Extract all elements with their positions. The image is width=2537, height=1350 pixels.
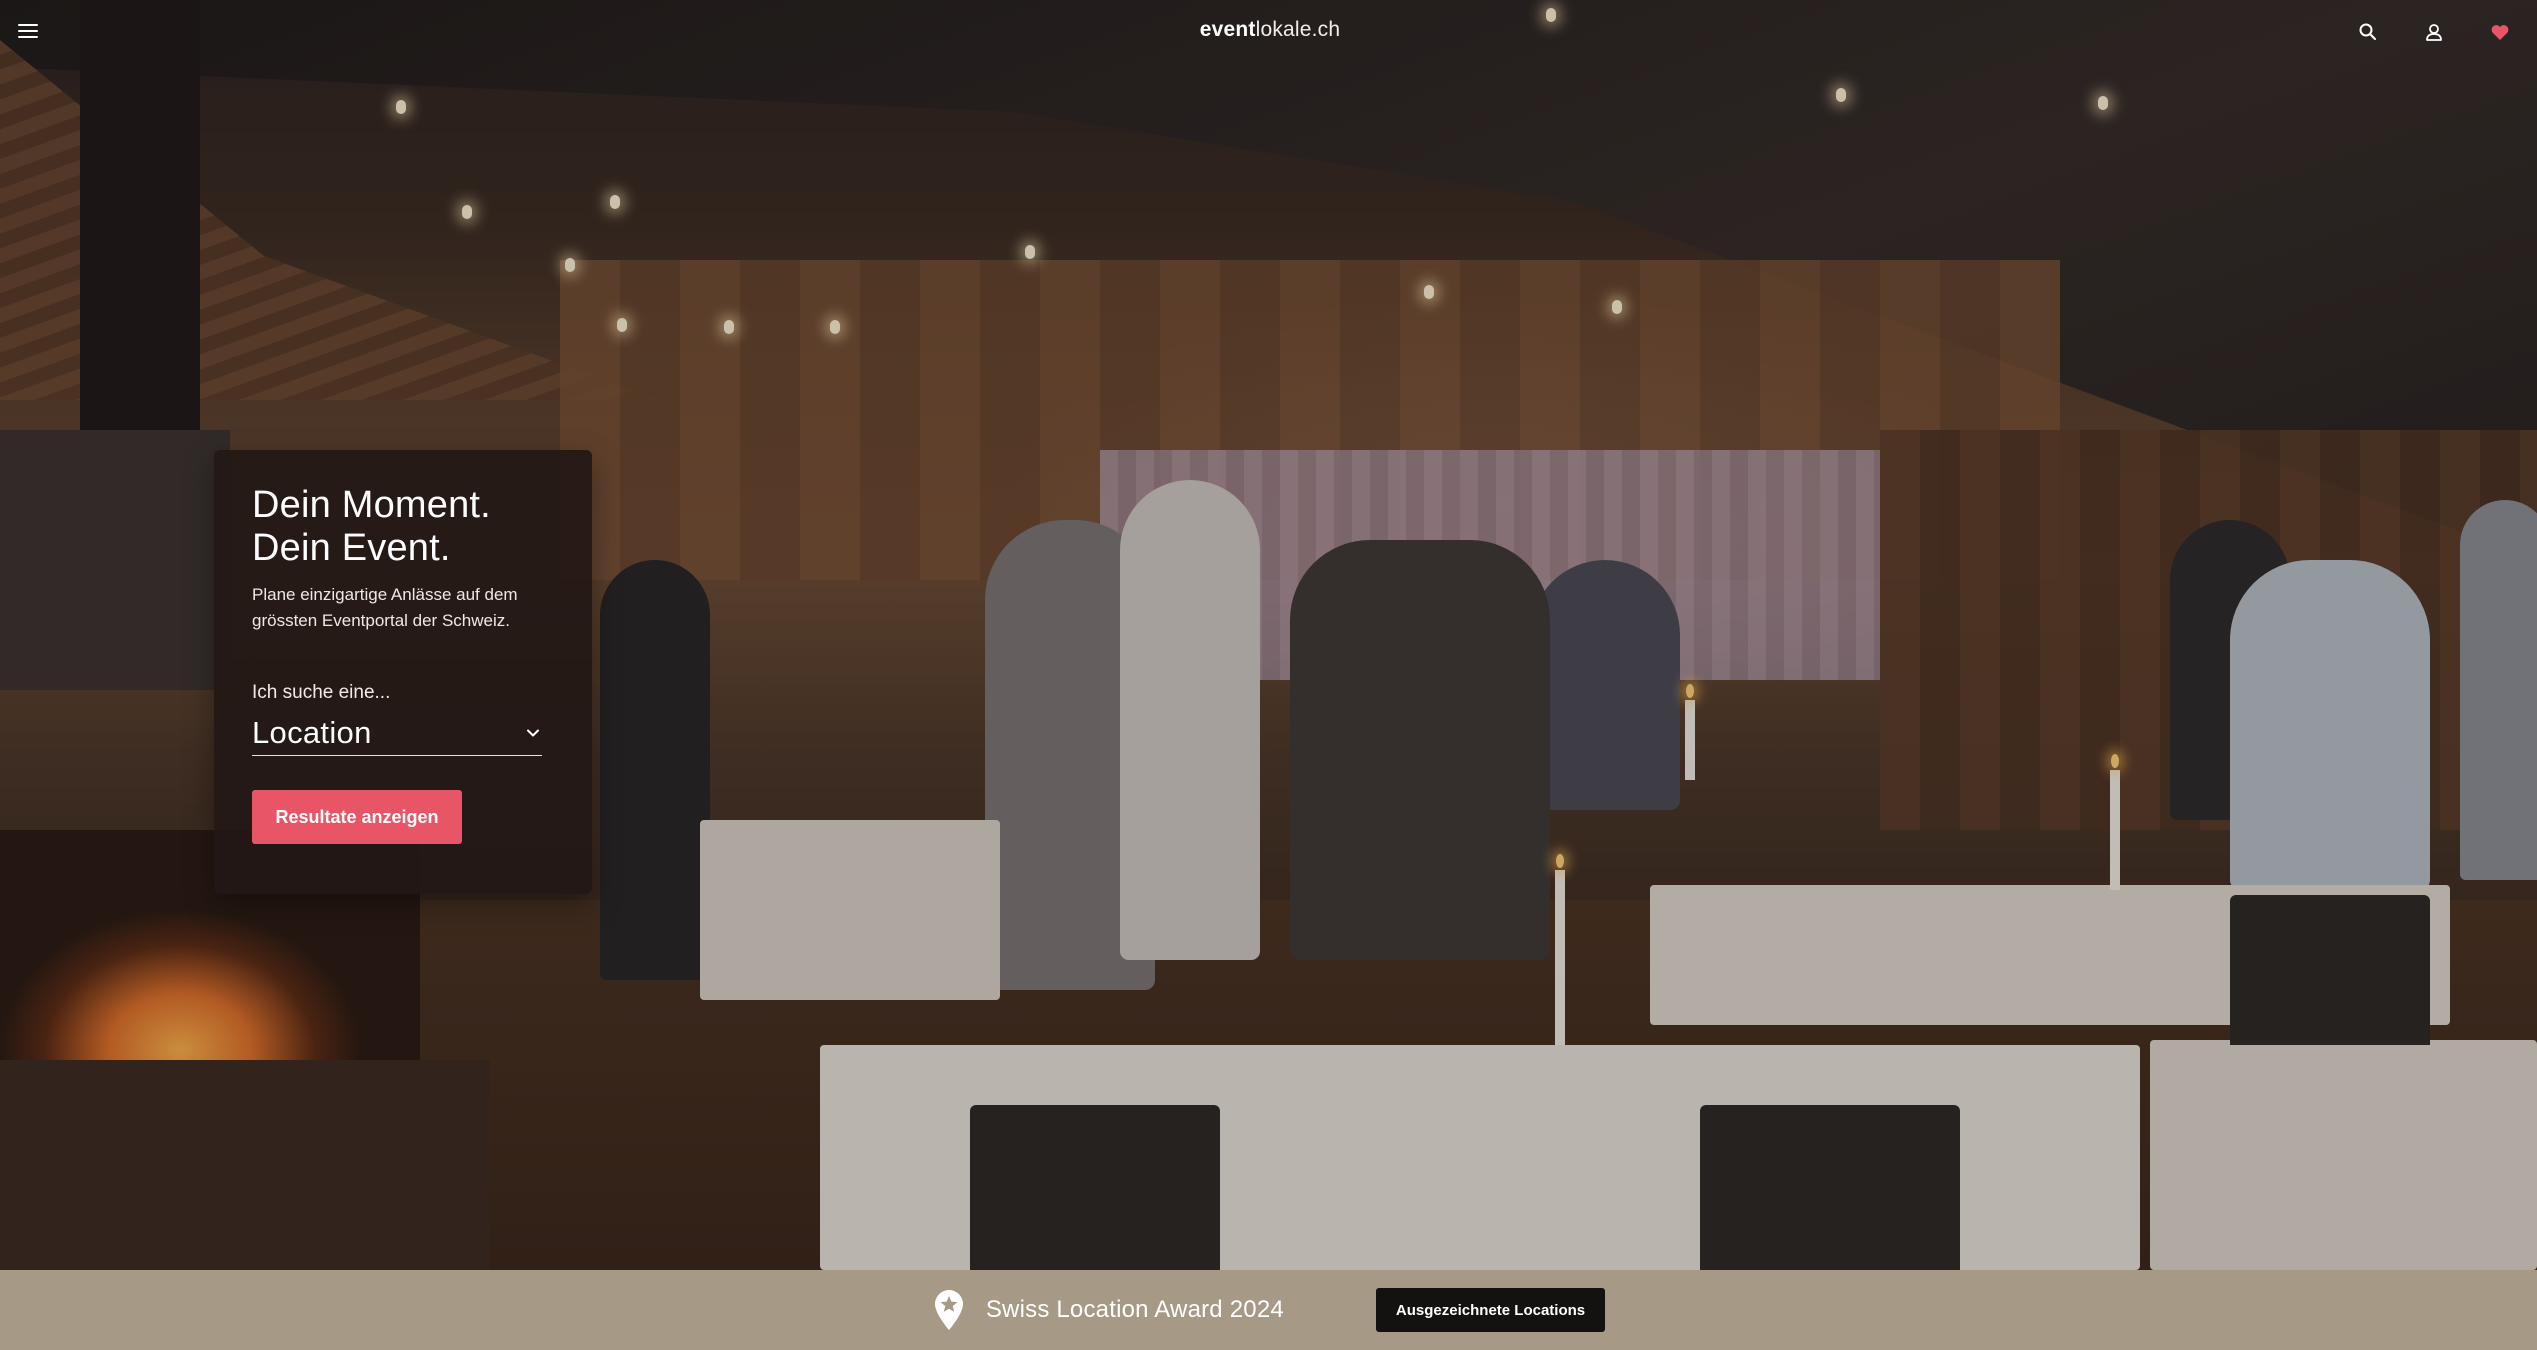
hero-headline-line-1: Dein Moment.	[252, 484, 491, 526]
award-banner: Swiss Location Award 2024 Ausgezeichnete…	[0, 1270, 2537, 1350]
menu-icon[interactable]	[18, 24, 38, 38]
hero-headline: Dein Moment. Dein Event.	[252, 484, 554, 570]
user-icon[interactable]	[2422, 20, 2446, 44]
award-pin-icon	[934, 1290, 963, 1330]
hero-search-card: Dein Moment. Dein Event. Plane einzigart…	[214, 450, 592, 894]
hero-headline-line-2: Dein Event.	[252, 527, 451, 569]
search-type-select[interactable]: Location	[252, 710, 542, 756]
award-group: Swiss Location Award 2024 Ausgezeichnete…	[932, 1288, 1606, 1332]
heart-icon[interactable]	[2488, 20, 2512, 44]
logo-wordmark-light: lokale.ch	[1255, 18, 1341, 41]
search-icon[interactable]	[2356, 20, 2380, 44]
award-title: Swiss Location Award 2024	[985, 1296, 1284, 1323]
hero-subtitle: Plane einzigartige Anlässe auf dem gröss…	[252, 585, 518, 630]
awarded-locations-button[interactable]: Ausgezeichnete Locations	[1375, 1288, 1606, 1332]
site-header: eventlokale.ch	[0, 0, 2537, 64]
show-results-button[interactable]: Resultate anzeigen	[252, 790, 462, 844]
search-type-value: Location	[252, 714, 372, 750]
search-type-label: Ich suche eine...	[252, 682, 391, 703]
site-logo[interactable]: eventlokale.ch	[1120, 18, 1420, 42]
logo-wordmark-bold: event	[1199, 18, 1256, 41]
chevron-down-icon	[527, 729, 539, 736]
